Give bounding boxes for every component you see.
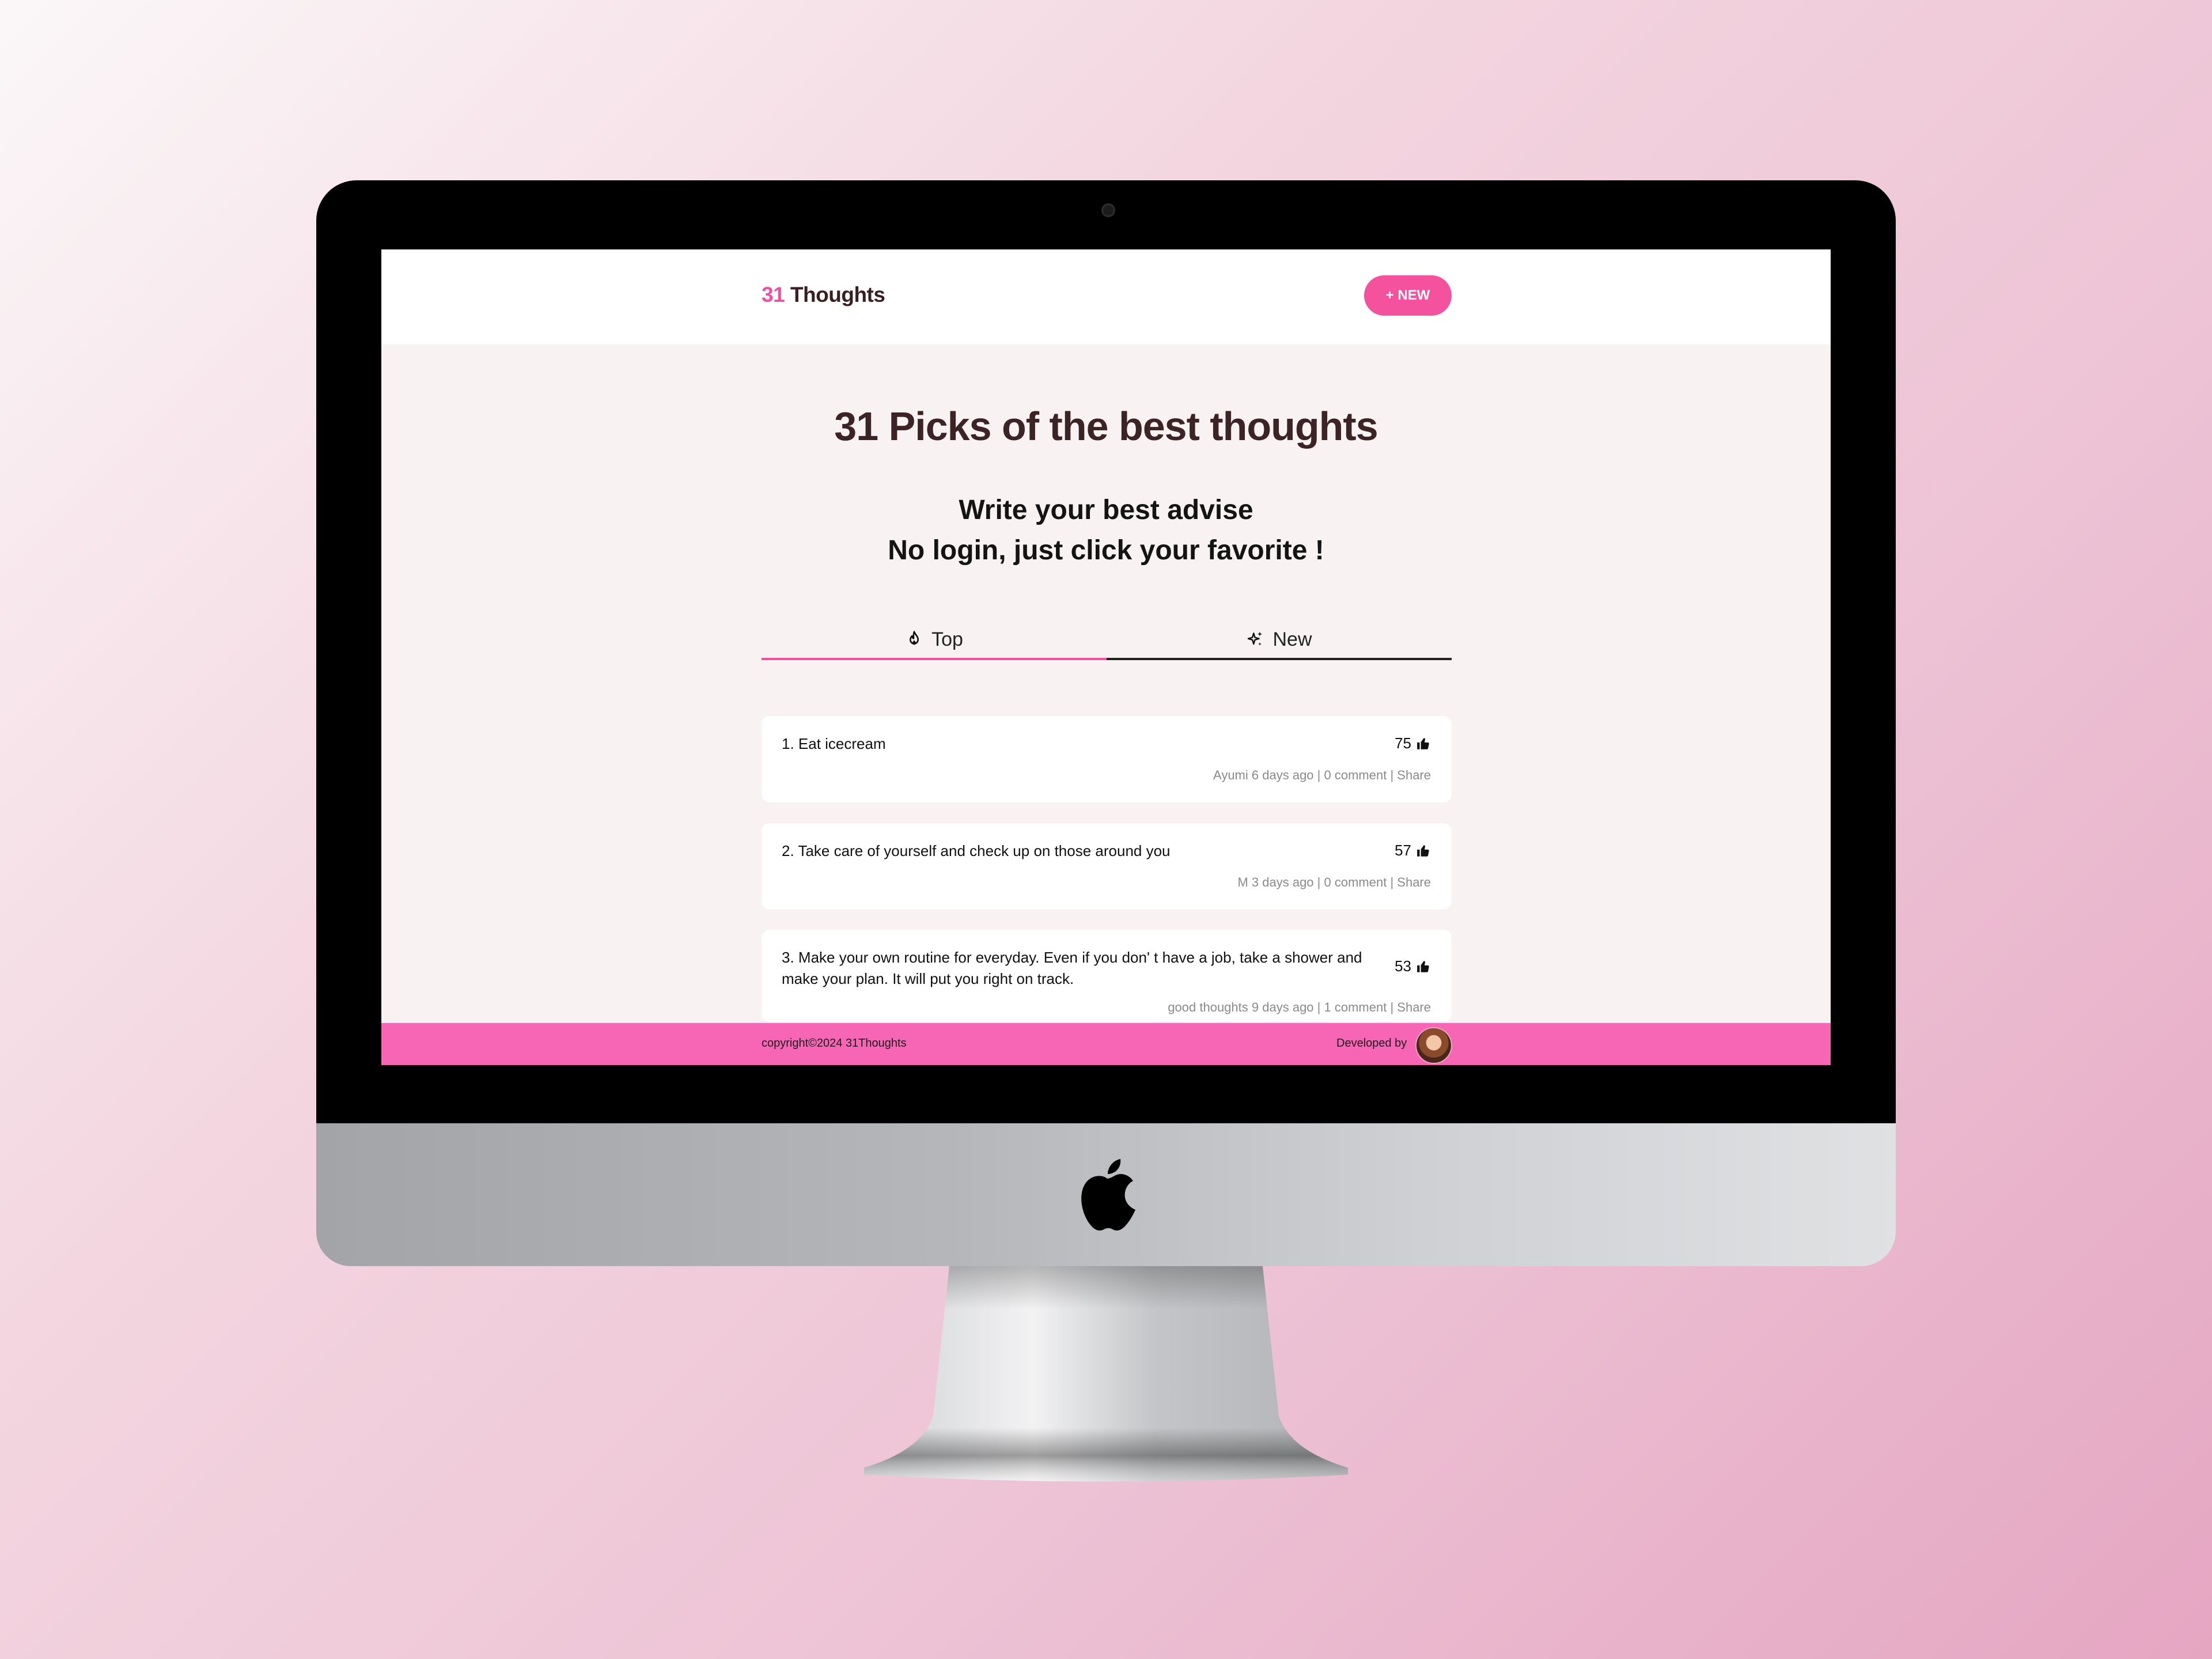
brand-logo[interactable]: 31 Thoughts <box>762 283 885 307</box>
sort-tabs: Top New <box>762 621 1452 660</box>
like-count: 57 <box>1395 842 1411 859</box>
page-subtitle-line-2: No login, just click your favorite ! <box>888 535 1324 566</box>
thought-card[interactable]: 1. Eat icecream 75 Ayumi 6 days ago | 0 … <box>762 716 1452 802</box>
thought-meta: Ayumi 6 days ago | 0 comment | Share <box>1213 768 1431 782</box>
share-link[interactable]: Share <box>1397 1000 1431 1014</box>
thought-meta: good thoughts 9 days ago | 1 comment | S… <box>1168 1000 1431 1014</box>
like-count: 75 <box>1395 734 1411 752</box>
developed-by-label: Developed by <box>1336 1037 1407 1050</box>
thought-time: 9 days ago <box>1251 1000 1314 1014</box>
comment-link[interactable]: 1 comment <box>1324 1000 1387 1014</box>
page-footer: copyright©2024 31Thoughts Developed by <box>381 1023 1831 1065</box>
like-button[interactable]: 75 <box>1395 734 1431 752</box>
app-screen: 31 Thoughts + NEW 31 Picks of the best t… <box>381 249 1831 1065</box>
thought-text: 2. Take care of yourself and check up on… <box>782 842 1171 859</box>
top-navbar: 31 Thoughts + NEW <box>381 249 1831 344</box>
thought-author: Ayumi <box>1213 768 1248 782</box>
comment-link[interactable]: 0 comment <box>1324 768 1387 782</box>
tab-top-label: Top <box>931 628 963 650</box>
page-subtitle-line-1: Write your best advise <box>959 495 1253 525</box>
tab-new-label: New <box>1272 628 1312 650</box>
webcam-icon <box>1101 203 1115 217</box>
thought-card[interactable]: 3. Make your own routine for everyday. E… <box>762 930 1452 1022</box>
thought-meta: M 3 days ago | 0 comment | Share <box>1237 875 1431 889</box>
tab-top[interactable]: Top <box>762 621 1107 660</box>
thought-card[interactable]: 2. Take care of yourself and check up on… <box>762 823 1452 910</box>
tab-new[interactable]: New <box>1107 621 1452 660</box>
scene-background: 31 Thoughts + NEW 31 Picks of the best t… <box>0 0 2212 1659</box>
thought-text: 3. Make your own routine for everyday. E… <box>782 949 1362 987</box>
logo-number: 31 <box>762 283 785 306</box>
comment-link[interactable]: 0 comment <box>1324 875 1387 889</box>
like-count: 53 <box>1395 957 1411 975</box>
fire-icon <box>910 631 919 645</box>
logo-text: Thoughts <box>790 283 885 306</box>
thumbs-up-icon <box>1417 737 1429 749</box>
apple-logo-icon <box>1081 1159 1135 1231</box>
page-title: 31 Picks of the best thoughts <box>834 404 1378 449</box>
sparkle-icon <box>1248 631 1263 646</box>
like-button[interactable]: 57 <box>1395 842 1431 859</box>
thought-author: M <box>1237 875 1248 889</box>
monitor-stand <box>864 1266 1348 1482</box>
share-link[interactable]: Share <box>1397 768 1431 782</box>
thought-time: 3 days ago <box>1251 875 1314 889</box>
developer-avatar[interactable] <box>1415 1027 1452 1064</box>
monitor-chin <box>316 1123 1896 1266</box>
thumbs-up-icon <box>1417 960 1429 972</box>
like-button[interactable]: 53 <box>1395 957 1431 975</box>
thought-time: 6 days ago <box>1251 768 1314 782</box>
copyright-text: copyright©2024 31Thoughts <box>762 1037 907 1050</box>
thought-author: good thoughts <box>1168 1000 1248 1014</box>
thumbs-up-icon <box>1417 844 1429 857</box>
share-link[interactable]: Share <box>1397 875 1431 889</box>
new-thought-button[interactable]: + NEW <box>1364 275 1452 316</box>
thought-text: 1. Eat icecream <box>782 735 886 752</box>
